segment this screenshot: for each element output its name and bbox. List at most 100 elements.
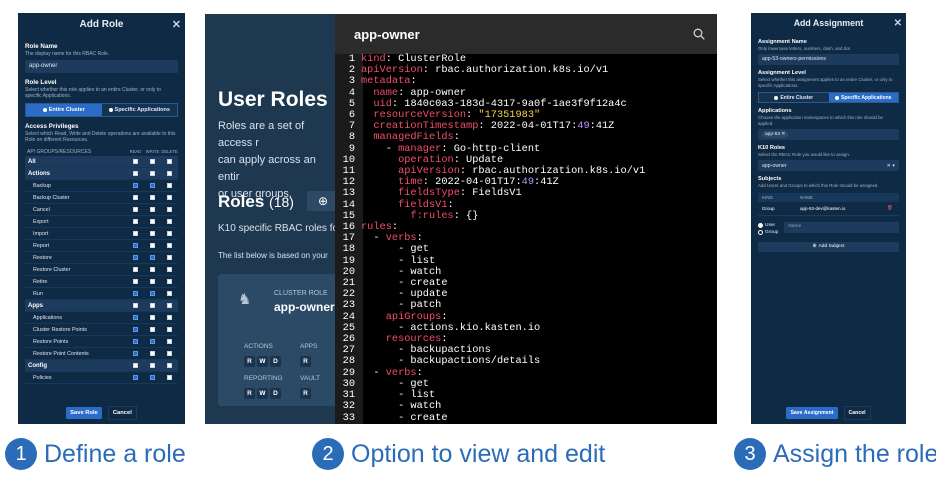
delete-checkbox[interactable] [167, 375, 172, 380]
delete-checkbox[interactable] [167, 363, 172, 368]
assignment-name-input[interactable]: app-53-owners-permissions [758, 54, 899, 66]
delete-checkbox[interactable] [167, 195, 172, 200]
delete-checkbox[interactable] [167, 207, 172, 212]
delete-checkbox[interactable] [167, 351, 172, 356]
read-checkbox[interactable] [133, 363, 138, 368]
save-role-button[interactable]: Save Role [66, 406, 102, 419]
read-checkbox[interactable] [133, 375, 138, 380]
delete-checkbox[interactable] [167, 339, 172, 344]
role-select[interactable]: app-owner ✕ ▾ [758, 160, 899, 172]
read-checkbox[interactable] [133, 327, 138, 332]
remove-icon[interactable]: ✕ [781, 132, 785, 137]
delete-checkbox[interactable] [167, 279, 172, 284]
code-area[interactable]: 1 kind: ClusterRole 2 apiVersion: rbac.auth… [335, 53, 717, 424]
write-checkbox[interactable] [150, 279, 155, 284]
caption-assign-role: 3 Assign the role [734, 438, 936, 470]
read-checkbox[interactable] [133, 303, 138, 308]
read-checkbox[interactable] [133, 255, 138, 260]
resource-name: Config [28, 362, 47, 369]
write-checkbox[interactable] [150, 159, 155, 164]
yaml-text [361, 199, 398, 211]
delete-checkbox[interactable] [167, 255, 172, 260]
write-checkbox[interactable] [150, 231, 155, 236]
delete-checkbox[interactable] [167, 303, 172, 308]
read-checkbox[interactable] [133, 243, 138, 248]
yaml-editor[interactable]: app-owner 1 kind: ClusterRole 2 apiVersion:… [335, 14, 717, 424]
add-subject-button[interactable]: ⊕ Add Subject [758, 241, 899, 252]
plus-circle-icon: ⊕ [812, 244, 817, 250]
read-checkbox[interactable] [133, 183, 138, 188]
specific-apps-option[interactable]: Specific Applications [101, 104, 177, 116]
read-checkbox[interactable] [133, 219, 138, 224]
entire-cluster-option[interactable]: Entire Cluster [759, 93, 829, 103]
entire-cluster-label: Entire Cluster [780, 94, 814, 101]
write-checkbox[interactable] [150, 363, 155, 368]
delete-checkbox[interactable] [167, 327, 172, 332]
clear-and-chevron-icon[interactable]: ✕ ▾ [887, 163, 895, 169]
write-checkbox[interactable] [150, 255, 155, 260]
delete-checkbox[interactable] [167, 291, 172, 296]
radio-user[interactable]: User [758, 222, 778, 229]
read-checkbox[interactable] [133, 171, 138, 176]
yaml-text [361, 131, 373, 143]
read-checkbox[interactable] [133, 231, 138, 236]
checkbox-cell [127, 327, 144, 332]
checkbox-cell [161, 183, 178, 188]
write-checkbox[interactable] [150, 171, 155, 176]
write-checkbox[interactable] [150, 207, 155, 212]
write-checkbox[interactable] [150, 243, 155, 248]
write-checkbox[interactable] [150, 291, 155, 296]
close-icon[interactable]: ✕ [894, 13, 902, 34]
entire-cluster-option[interactable]: Entire Cluster [26, 104, 102, 116]
write-checkbox[interactable] [150, 195, 155, 200]
delete-checkbox[interactable] [167, 159, 172, 164]
write-checkbox[interactable] [150, 327, 155, 332]
read-checkbox[interactable] [133, 159, 138, 164]
read-checkbox[interactable] [133, 315, 138, 320]
applications-select[interactable]: app-53 ✕ [758, 129, 899, 141]
radio-group[interactable]: Group [758, 229, 778, 236]
delete-checkbox[interactable] [167, 171, 172, 176]
checkbox-cell [127, 267, 144, 272]
close-icon[interactable]: ✕ [172, 13, 181, 37]
checkbox-cell [161, 339, 178, 344]
cancel-button[interactable]: Cancel [107, 405, 137, 420]
checkbox-cell [127, 207, 144, 212]
delete-checkbox[interactable] [167, 243, 172, 248]
read-checkbox[interactable] [133, 339, 138, 344]
save-assignment-button[interactable]: Save Assignment [786, 407, 838, 419]
role-level-help: Select whether this role applies to an e… [25, 87, 161, 99]
write-checkbox[interactable] [150, 339, 155, 344]
checkbox-cell [161, 291, 178, 296]
role-name-input[interactable]: app-owner [25, 60, 178, 73]
delete-checkbox[interactable] [167, 267, 172, 272]
cancel-button[interactable]: Cancel [843, 406, 871, 420]
write-checkbox[interactable] [150, 315, 155, 320]
write-checkbox[interactable] [150, 351, 155, 356]
app-tag[interactable]: app-53 ✕ [762, 131, 789, 139]
delete-checkbox[interactable] [167, 183, 172, 188]
write-checkbox[interactable] [150, 375, 155, 380]
read-checkbox[interactable] [133, 351, 138, 356]
read-checkbox[interactable] [133, 291, 138, 296]
radio-icon [835, 95, 840, 100]
read-checkbox[interactable] [133, 279, 138, 284]
write-checkbox[interactable] [150, 183, 155, 188]
role-card[interactable]: ♞ CLUSTER ROLE app-owner ACTIONS APPS RE… [218, 274, 348, 406]
trash-icon[interactable]: 🗑 [887, 205, 899, 211]
write-checkbox[interactable] [150, 219, 155, 224]
write-checkbox[interactable] [150, 303, 155, 308]
delete-checkbox[interactable] [167, 219, 172, 224]
checkbox-cell [144, 375, 161, 380]
specific-apps-option[interactable]: Specific Applications [828, 93, 898, 103]
subject-name-input[interactable]: Name [784, 221, 899, 233]
read-checkbox[interactable] [133, 207, 138, 212]
read-checkbox[interactable] [133, 267, 138, 272]
delete-checkbox[interactable] [167, 231, 172, 236]
write-checkbox[interactable] [150, 267, 155, 272]
read-checkbox[interactable] [133, 195, 138, 200]
checkbox-cell [161, 219, 178, 224]
search-icon[interactable] [693, 28, 705, 40]
delete-checkbox[interactable] [167, 315, 172, 320]
radio-icon [108, 108, 113, 112]
